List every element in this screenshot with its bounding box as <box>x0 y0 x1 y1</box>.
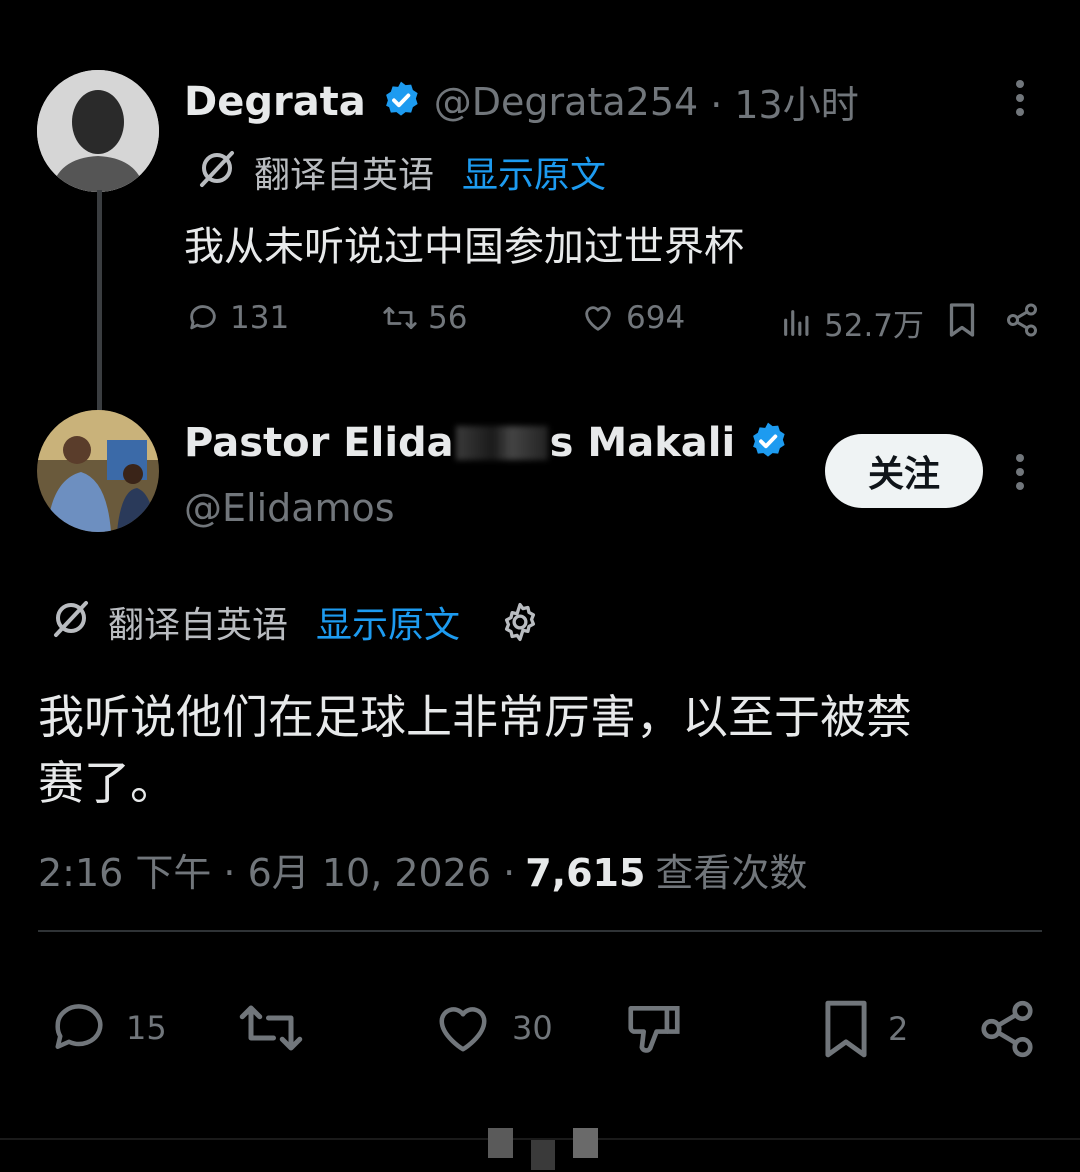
bookmark-icon[interactable] <box>946 302 978 342</box>
author-handle[interactable]: @Elidamos <box>184 486 395 530</box>
tweet-time[interactable]: · 13小时 <box>710 74 859 129</box>
divider <box>38 930 1042 932</box>
reply-icon <box>55 1004 103 1049</box>
avatar-degrata[interactable] <box>37 70 159 192</box>
censored-block <box>488 1126 599 1172</box>
bookmark-count: 2 <box>888 1010 909 1048</box>
thread-line <box>97 190 102 412</box>
views-count: 7,615 <box>525 851 646 895</box>
translation-row: 翻译自英语 显示原文 <box>50 596 542 648</box>
translated-label: 翻译自英语 <box>108 605 289 646</box>
like-stat[interactable]: 694 <box>580 300 685 336</box>
reply-stat[interactable]: 131 <box>186 300 289 336</box>
tweet2-text-line2: 赛了。 <box>38 756 176 810</box>
like-count: 30 <box>512 1009 553 1047</box>
share-icon[interactable] <box>1004 302 1040 342</box>
verified-badge-icon <box>747 420 789 466</box>
views-count: 52.7万 <box>824 308 925 344</box>
tweet2-text: 我听说他们在足球上非常厉害，以至于被禁 赛了。 <box>38 684 912 816</box>
like-icon <box>585 306 611 331</box>
author-name[interactable]: Degrata <box>184 79 366 125</box>
reply-action[interactable]: 15 <box>48 998 167 1058</box>
views-stat[interactable]: 52.7万 <box>780 300 924 345</box>
like-action[interactable]: 30 <box>430 998 553 1058</box>
translate-icon <box>196 147 238 198</box>
reply-count: 15 <box>126 1009 167 1047</box>
author-name-part2[interactable]: s Makali <box>550 420 736 466</box>
bookmark-action[interactable]: 2 <box>820 998 908 1060</box>
tweet2-text-line1: 我听说他们在足球上非常厉害，以至于被禁 <box>38 690 912 744</box>
dislike-icon <box>628 1006 680 1053</box>
more-icon[interactable] <box>1008 78 1032 122</box>
name-blur <box>455 426 548 460</box>
tweet-time[interactable]: 2:16 下午 <box>38 842 211 897</box>
follow-button[interactable]: 关注 <box>825 434 983 508</box>
retweet-action[interactable] <box>234 998 324 1058</box>
share-icon <box>981 1000 1033 1058</box>
verified-badge-icon <box>380 79 422 125</box>
retweet-stat[interactable]: 56 <box>382 300 467 336</box>
views-icon <box>784 309 809 336</box>
reply-icon <box>190 305 216 330</box>
show-original-link[interactable]: 显示原文 <box>462 146 606 198</box>
avatar-elidamos[interactable] <box>37 410 159 532</box>
tweet-date[interactable]: · 6月 10, 2026 · <box>223 842 515 897</box>
more-icon[interactable] <box>1008 452 1032 496</box>
bookmark-icon <box>825 1000 867 1058</box>
like-count: 694 <box>626 300 686 336</box>
translated-label: 翻译自英语 <box>254 155 435 196</box>
tweet1-header: Degrata @Degrata254 · 13小时 <box>184 74 859 129</box>
translation-row: 翻译自英语 显示原文 <box>196 146 606 198</box>
retweet-icon <box>239 1005 303 1051</box>
tweet2-header: Pastor Elida s Makali <box>184 420 789 466</box>
retweet-count: 56 <box>428 300 468 336</box>
views-label: 查看次数 <box>655 851 808 895</box>
author-handle[interactable]: @Degrata254 <box>434 80 698 124</box>
retweet-icon <box>383 306 417 330</box>
like-icon <box>439 1007 487 1052</box>
tweet1-text: 我从未听说过中国参加过世界杯 <box>184 224 744 270</box>
reply-count: 131 <box>230 300 290 336</box>
settings-gear-icon[interactable] <box>498 600 542 644</box>
show-original-link[interactable]: 显示原文 <box>316 596 460 648</box>
translate-icon <box>50 597 92 648</box>
author-name-part1[interactable]: Pastor Elida <box>184 420 454 466</box>
tweet-meta: 2:16 下午 · 6月 10, 2026 · 7,615 查看次数 <box>38 842 807 897</box>
dislike-action[interactable] <box>622 998 702 1060</box>
share-action[interactable] <box>976 998 1054 1060</box>
